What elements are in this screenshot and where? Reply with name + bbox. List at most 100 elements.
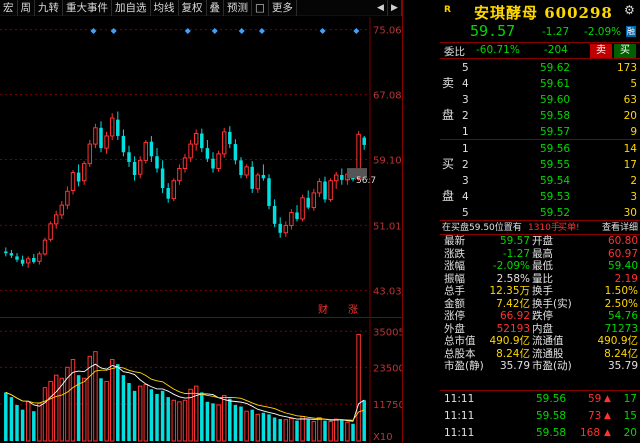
stock-title[interactable]: 安琪酵母 600298 bbox=[474, 2, 613, 23]
toolbar-item[interactable]: 叠 bbox=[207, 0, 224, 16]
scroll-right-icon[interactable]: ▶ bbox=[388, 0, 402, 16]
stat-label: 涨跌 bbox=[444, 247, 465, 260]
stat-row: 涨停 66.92 跌停 54.76 bbox=[440, 310, 640, 323]
notice-detail-link[interactable]: 查看详细 bbox=[602, 221, 638, 235]
toolbar-item[interactable]: 重大事件 bbox=[63, 0, 112, 16]
candle-body bbox=[93, 127, 98, 145]
rise-event-icon[interactable]: 涨 bbox=[348, 304, 358, 316]
book-label: 卖 bbox=[442, 76, 455, 90]
volume-bar bbox=[345, 421, 350, 442]
notice-prefix: 在买盘59.50位置有 bbox=[442, 223, 522, 233]
sell-level-row[interactable]: 4 59.61 5 bbox=[440, 76, 640, 92]
level-price: 59.62 bbox=[540, 62, 571, 74]
gear-icon[interactable]: ⚙ bbox=[624, 3, 635, 17]
tick-volume: 168 bbox=[580, 427, 601, 439]
candle-body bbox=[306, 197, 310, 208]
event-marker-icon[interactable] bbox=[110, 28, 117, 34]
stat-row: 外盘 52193 内盘 71273 bbox=[440, 323, 640, 336]
stat-value: 1.50% bbox=[604, 285, 638, 297]
stat-value: 59.57 bbox=[499, 235, 530, 247]
candle-body bbox=[182, 157, 188, 170]
order-ratio-diff: -204 bbox=[544, 44, 568, 56]
level-price: 59.60 bbox=[540, 94, 571, 106]
volume-chart[interactable]: 35005 23500 11750 X10 bbox=[0, 319, 402, 443]
volume-bar bbox=[278, 419, 282, 441]
event-marker-icon[interactable] bbox=[90, 28, 97, 34]
event-marker-icon[interactable] bbox=[258, 28, 265, 34]
volume-bar bbox=[121, 375, 126, 441]
stat-value: 59.40 bbox=[607, 260, 638, 272]
sell-button[interactable]: 卖 bbox=[590, 44, 612, 58]
candle-body bbox=[278, 223, 282, 233]
scroll-left-icon[interactable]: ◀ bbox=[374, 0, 388, 16]
candle-body bbox=[42, 239, 48, 255]
volume-bar bbox=[317, 416, 322, 442]
level-index: 4 bbox=[462, 78, 469, 90]
candle-body bbox=[4, 251, 8, 254]
level-volume: 9 bbox=[630, 126, 637, 138]
book-label: 盘 bbox=[442, 108, 455, 122]
toolbar-item[interactable]: 周 bbox=[18, 0, 35, 16]
buy-level-row[interactable]: 4 59.53 3 bbox=[440, 189, 640, 205]
buy-button[interactable]: 买 bbox=[614, 44, 636, 58]
volume-unit-label: X10 bbox=[373, 432, 393, 443]
stat-row: 市盈(静) 35.79 市盈(动) 35.79 bbox=[440, 360, 640, 373]
volume-bar bbox=[200, 392, 204, 441]
toolbar-item[interactable]: 加自选 bbox=[112, 0, 151, 16]
toolbar-item[interactable]: □ bbox=[252, 0, 269, 16]
candle-body bbox=[81, 163, 87, 182]
sell-level-row[interactable]: 3 59.60 63 bbox=[440, 92, 640, 108]
finance-event-icon[interactable]: 财 bbox=[318, 303, 328, 316]
stock-terminal: 宏周九转 重大事件 加自选 均线 复权叠预测 □ 更多 ◀ ▶ 75.06 67.08 59.10 5… bbox=[0, 0, 640, 443]
level-price: 59.61 bbox=[540, 78, 571, 90]
buy-level-row[interactable]: 5 59.52 30 bbox=[440, 205, 640, 221]
event-marker-icon[interactable] bbox=[211, 28, 218, 34]
candle-body bbox=[127, 152, 131, 162]
quote-panel: R 安琪酵母 600298 ⚙ 59.57 -1.27 -2.09% 融 委比 … bbox=[440, 0, 640, 443]
volume-bar bbox=[25, 401, 31, 442]
buy-level-row[interactable]: 3 59.54 2 bbox=[440, 173, 640, 189]
sell-order-book: 5 59.62 173 4 59.61 5 3 59.60 63 2 59.58 20 1 59.57 9 卖… bbox=[440, 60, 640, 140]
sell-level-row[interactable]: 2 59.58 20 bbox=[440, 108, 640, 124]
toolbar-item[interactable]: 均线 bbox=[151, 0, 179, 16]
toolbar-item[interactable]: 复权 bbox=[179, 0, 207, 16]
toolbar-item[interactable]: 宏 bbox=[0, 0, 18, 16]
volume-bar bbox=[109, 358, 115, 442]
buy-level-row[interactable]: 2 59.55 17 bbox=[440, 157, 640, 173]
volume-bar bbox=[250, 409, 254, 441]
stat-label: 最新 bbox=[444, 235, 465, 247]
stat-label: 总股本 bbox=[444, 347, 476, 360]
event-marker-icon[interactable] bbox=[184, 28, 191, 34]
volume-bar bbox=[48, 380, 53, 442]
tick-price: 59.56 bbox=[536, 393, 567, 405]
event-marker-icon[interactable] bbox=[353, 28, 360, 34]
stat-label: 流通值 bbox=[532, 335, 564, 347]
tick-time: 11:11 bbox=[444, 410, 475, 422]
stat-value: 35.79 bbox=[499, 360, 530, 372]
buy-level-row[interactable]: 1 59.56 14 bbox=[440, 141, 640, 157]
level-volume: 14 bbox=[623, 143, 637, 155]
toolbar-item[interactable]: 九转 bbox=[35, 0, 63, 16]
volume-bar bbox=[20, 409, 25, 441]
event-marker-icon[interactable] bbox=[319, 28, 326, 34]
sell-level-row[interactable]: 5 59.62 173 bbox=[440, 60, 640, 76]
toolbar-item[interactable]: 预测 bbox=[224, 0, 252, 16]
level-volume: 30 bbox=[623, 207, 637, 219]
candle-body bbox=[48, 223, 53, 240]
stat-value: 490.9亿 bbox=[597, 335, 638, 347]
volume-bar bbox=[356, 333, 361, 442]
chart-area[interactable]: 75.06 67.08 59.10 51.01 43.03 56.7 财 涨 35005 235… bbox=[0, 17, 402, 443]
sell-level-row[interactable]: 1 59.57 9 bbox=[440, 124, 640, 140]
volume-bar bbox=[127, 383, 131, 441]
volume-axis-label: 23500 bbox=[373, 363, 402, 374]
event-marker-icon[interactable] bbox=[238, 28, 245, 34]
book-label: 买 bbox=[442, 157, 455, 171]
volume-axis-label: 35005 bbox=[373, 327, 402, 338]
price-axis-label: 51.01 bbox=[373, 221, 402, 232]
price-axis-label: 75.06 bbox=[373, 26, 402, 37]
chart-divider bbox=[0, 317, 402, 318]
price-chart[interactable]: 75.06 67.08 59.10 51.01 43.03 56.7 财 涨 bbox=[0, 17, 402, 317]
toolbar-item[interactable]: 更多 bbox=[269, 0, 297, 16]
stat-value: 52193 bbox=[496, 322, 530, 335]
volume-bar bbox=[300, 416, 305, 442]
